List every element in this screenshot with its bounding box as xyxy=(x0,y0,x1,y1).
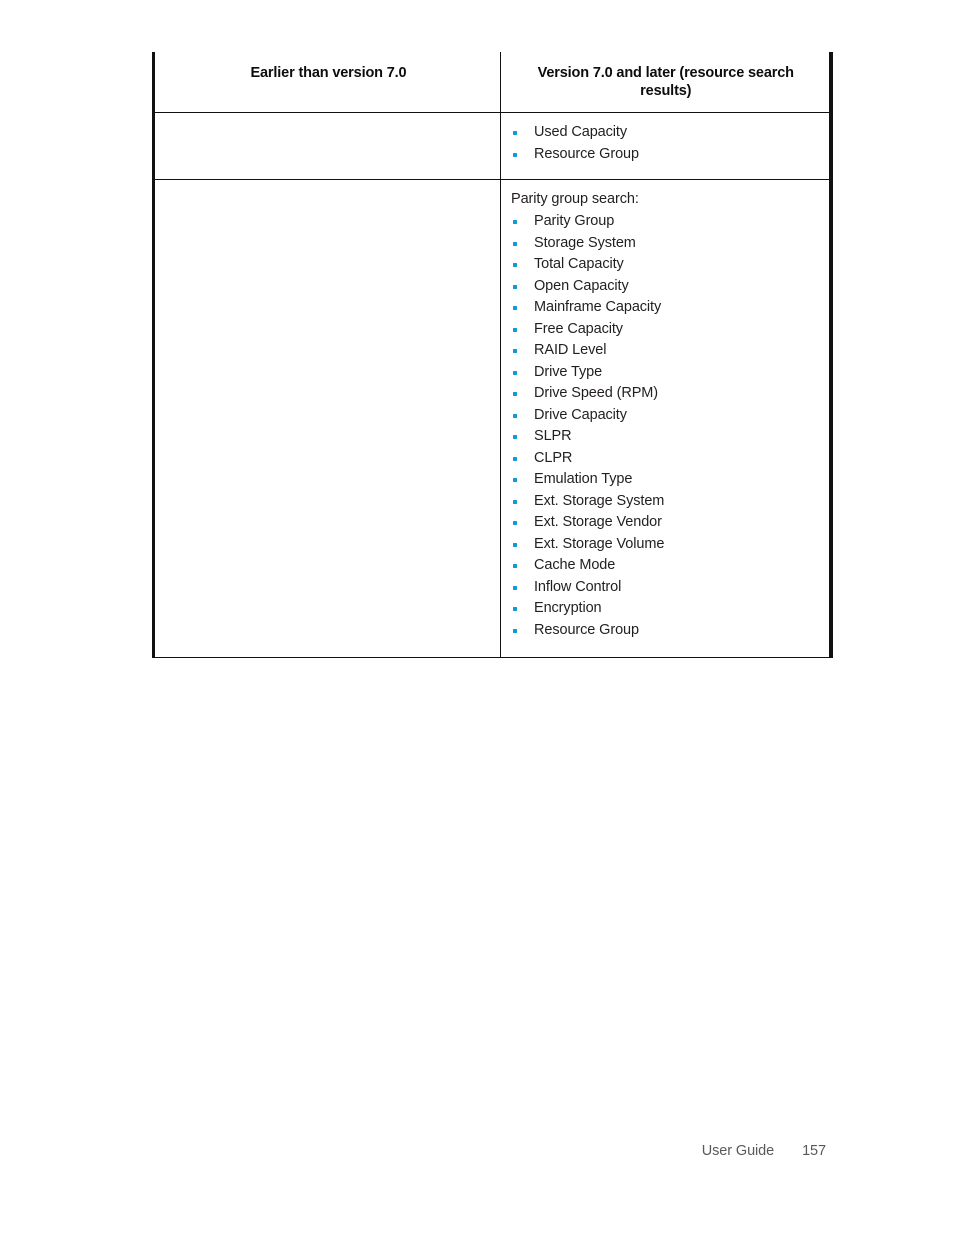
list-item-label: Resource Group xyxy=(534,621,639,638)
list-item: Parity Group xyxy=(511,211,819,233)
bullet-icon xyxy=(513,542,517,547)
table-row: Parity group search: Parity Group Storag… xyxy=(152,179,833,659)
list-item-label: Storage System xyxy=(534,234,636,251)
list-item: Mainframe Capacity xyxy=(511,297,819,319)
row-1-right-cell-content: Used Capacity Resource Group xyxy=(501,113,829,179)
bullet-icon xyxy=(513,564,517,569)
bullet-icon xyxy=(513,607,517,612)
list-item-label: CLPR xyxy=(534,449,573,466)
list-item: SLPR xyxy=(511,426,819,448)
bullet-icon xyxy=(513,585,517,590)
list-item-label: Parity Group xyxy=(534,213,615,230)
bullet-icon xyxy=(513,263,517,268)
footer-guide-label: User Guide xyxy=(701,1143,775,1159)
list-item-label: Encryption xyxy=(534,600,602,617)
row-1-left-cell-content xyxy=(155,113,500,176)
list-item-label: Cache Mode xyxy=(534,557,616,574)
table-body: Used Capacity Resource Group Parity grou… xyxy=(152,112,833,659)
bullet-icon xyxy=(513,456,517,461)
bullet-icon xyxy=(513,521,517,526)
column-header-earlier-than-version-7: Earlier than version 7.0 xyxy=(250,65,407,81)
list-item: Ext. Storage System xyxy=(511,491,819,513)
list-item: Drive Speed (RPM) xyxy=(511,383,819,405)
row-2-bullet-list: Parity Group Storage System Total Capaci… xyxy=(511,211,819,641)
comparison-table: Earlier than version 7.0 Version 7.0 and… xyxy=(152,52,833,659)
list-item-label: Drive Speed (RPM) xyxy=(534,385,658,402)
bullet-icon xyxy=(513,499,517,504)
list-item-label: SLPR xyxy=(534,428,572,445)
list-item-label: Drive Capacity xyxy=(534,406,627,423)
bullet-icon xyxy=(513,435,517,440)
list-item: Total Capacity xyxy=(511,254,819,276)
column-header-cell-earlier: Earlier than version 7.0 xyxy=(152,52,501,114)
list-item: Storage System xyxy=(511,233,819,255)
footer-inner: User Guide 157 xyxy=(702,1143,826,1159)
list-item: Cache Mode xyxy=(511,555,819,577)
list-item: CLPR xyxy=(511,448,819,470)
list-item: Ext. Storage Vendor xyxy=(511,512,819,534)
list-item: Resource Group xyxy=(511,144,819,166)
bullet-icon xyxy=(513,306,517,311)
bullet-icon xyxy=(513,370,517,375)
table-header-row: Earlier than version 7.0 Version 7.0 and… xyxy=(152,52,833,114)
document-page: { "document": { "page_number": "157", "f… xyxy=(0,0,954,1235)
bullet-icon xyxy=(513,628,517,633)
table-row: Used Capacity Resource Group xyxy=(152,112,833,181)
list-item: Emulation Type xyxy=(511,469,819,491)
list-item: RAID Level xyxy=(511,340,819,362)
row-2-right-cell: Parity group search: Parity Group Storag… xyxy=(500,179,833,659)
list-item: Ext. Storage Volume xyxy=(511,534,819,556)
row-2-right-cell-content: Parity group search: Parity Group Storag… xyxy=(501,180,829,657)
list-item-label: Emulation Type xyxy=(534,471,633,488)
list-item: Open Capacity xyxy=(511,276,819,298)
comparison-table-container: Earlier than version 7.0 Version 7.0 and… xyxy=(152,52,833,659)
bullet-icon xyxy=(513,392,517,397)
column-header-version-7-and-later: Version 7.0 and later (resource search r… xyxy=(537,65,794,100)
footer-page-number: 157 xyxy=(802,1143,826,1159)
list-item-label: RAID Level xyxy=(534,342,607,359)
parity-group-search-label: Parity group search: xyxy=(511,191,639,208)
list-item: Resource Group xyxy=(511,620,819,642)
table-header: Earlier than version 7.0 Version 7.0 and… xyxy=(152,52,833,114)
list-item-label: Resource Group xyxy=(534,145,639,162)
bullet-icon xyxy=(513,413,517,418)
list-item: Inflow Control xyxy=(511,577,819,599)
list-item-label: Inflow Control xyxy=(534,578,622,595)
list-item-label: Drive Type xyxy=(534,363,603,380)
list-item-label: Open Capacity xyxy=(534,277,629,294)
list-item-label: Ext. Storage Volume xyxy=(534,535,665,552)
row-2-left-cell-content xyxy=(155,180,500,205)
list-item-label: Total Capacity xyxy=(534,256,624,273)
row-1-right-cell: Used Capacity Resource Group xyxy=(500,112,833,181)
list-item-label: Ext. Storage System xyxy=(534,492,665,509)
list-item-label: Mainframe Capacity xyxy=(534,299,662,316)
row-2-left-cell xyxy=(152,179,501,659)
list-item: Encryption xyxy=(511,598,819,620)
row-1-bullet-list: Used Capacity Resource Group xyxy=(511,122,819,165)
list-item-label: Ext. Storage Vendor xyxy=(534,514,662,531)
bullet-icon xyxy=(513,349,517,354)
list-item: Drive Capacity xyxy=(511,405,819,427)
bullet-icon xyxy=(513,241,517,246)
list-item-label: Used Capacity xyxy=(534,124,627,141)
bullet-icon xyxy=(513,478,517,483)
list-item-label: Free Capacity xyxy=(534,320,623,337)
row-1-left-cell xyxy=(152,112,501,181)
bullet-icon xyxy=(513,284,517,289)
bullet-icon xyxy=(513,152,517,157)
column-header-cell-version7: Version 7.0 and later (resource search r… xyxy=(500,52,833,114)
page-footer: User Guide 157 xyxy=(0,1143,954,1165)
bullet-icon xyxy=(513,327,517,332)
list-item: Used Capacity xyxy=(511,122,819,144)
list-item: Free Capacity xyxy=(511,319,819,341)
list-item: Drive Type xyxy=(511,362,819,384)
bullet-icon xyxy=(513,220,517,225)
bullet-icon xyxy=(513,131,517,136)
